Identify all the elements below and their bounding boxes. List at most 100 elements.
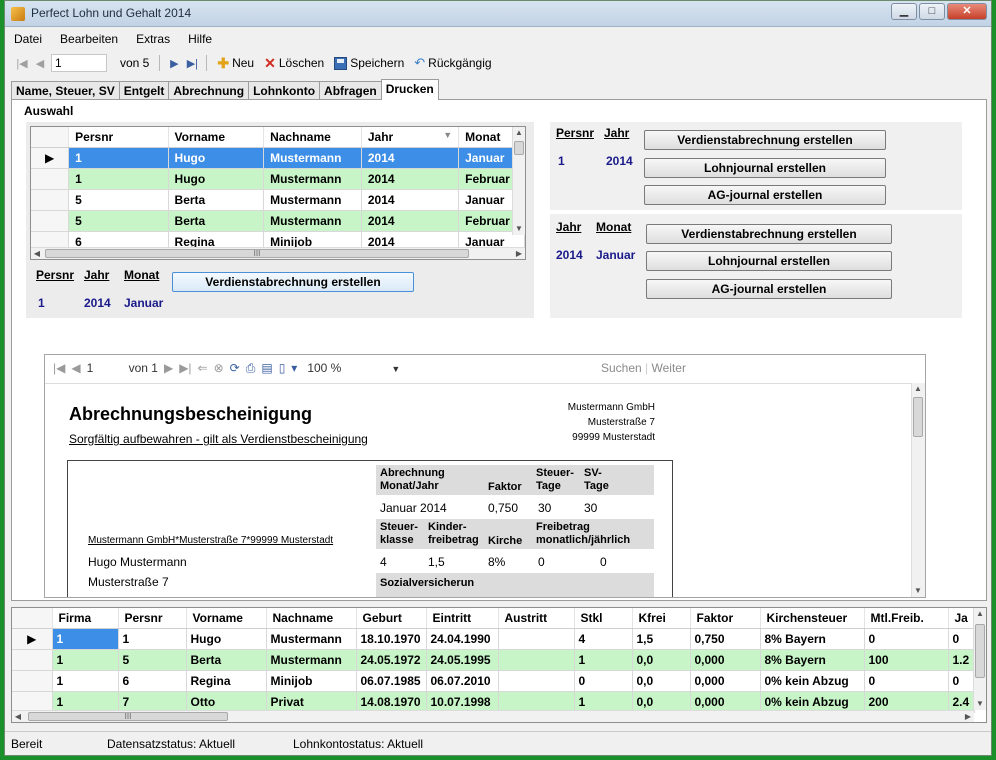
cell-ja[interactable]: 0 xyxy=(948,670,975,692)
cell-kirchensteuer[interactable]: 8% Bayern xyxy=(760,628,865,650)
cell-kfrei[interactable]: 1,5 xyxy=(632,628,691,650)
previous-record-icon[interactable]: ◀ xyxy=(33,57,47,70)
cell-jahr[interactable]: 2014 xyxy=(361,168,460,190)
cell-firma[interactable]: 1 xyxy=(52,670,119,692)
cell-nachname[interactable]: Mustermann xyxy=(263,168,362,190)
new-button[interactable]: ✚ Neu xyxy=(214,55,257,72)
scroll-up-icon[interactable]: ▲ xyxy=(974,608,986,620)
cell-austritt[interactable] xyxy=(498,649,575,671)
report-export-icon[interactable]: ▾ xyxy=(291,361,297,375)
cell-vorname[interactable]: Hugo xyxy=(186,628,267,650)
scroll-down-icon[interactable]: ▼ xyxy=(912,585,924,597)
cell-mtl-freib[interactable]: 200 xyxy=(864,691,949,713)
col-header-mtl-freib[interactable]: Mtl.Freib. xyxy=(864,608,949,629)
cell-persnr[interactable]: 5 xyxy=(68,189,169,211)
report-last-page-icon[interactable]: ▶| xyxy=(179,361,191,375)
tab-drucken[interactable]: Drucken xyxy=(380,79,439,100)
auswahl-vertical-scrollbar[interactable]: ▲ ▼ xyxy=(512,127,525,235)
cell-eintritt[interactable]: 06.07.2010 xyxy=(426,670,499,692)
cell-vorname[interactable]: Berta xyxy=(186,649,267,671)
col-header-austritt[interactable]: Austritt xyxy=(498,608,575,629)
cell-mtl-freib[interactable]: 100 xyxy=(864,649,949,671)
cell-kfrei[interactable]: 0,0 xyxy=(632,691,691,713)
report-pagesetup-icon[interactable]: ▯ xyxy=(279,361,286,375)
report-search[interactable]: Suchen | Weiter xyxy=(601,361,686,375)
tab-abfragen[interactable]: Abfragen xyxy=(319,81,382,100)
cell-mtl-freib[interactable]: 0 xyxy=(864,670,949,692)
tab-name-steuer-sv[interactable]: Name, Steuer, SV xyxy=(11,81,120,100)
scroll-thumb[interactable] xyxy=(975,624,985,678)
close-button[interactable]: ✕ xyxy=(947,3,987,20)
col-header-persnr[interactable]: Persnr xyxy=(68,127,169,148)
cell-nachname[interactable]: Mustermann xyxy=(263,147,362,169)
menu-datei[interactable]: Datei xyxy=(5,29,51,49)
scroll-thumb[interactable]: III xyxy=(45,249,469,258)
col-header-faktor[interactable]: Faktor xyxy=(690,608,761,629)
tab-abrechnung[interactable]: Abrechnung xyxy=(168,81,250,100)
cell-kfrei[interactable]: 0,0 xyxy=(632,649,691,671)
cell-eintritt[interactable]: 10.07.1998 xyxy=(426,691,499,713)
cell-kirchensteuer[interactable]: 0% kein Abzug xyxy=(760,691,865,713)
cell-stkl[interactable]: 1 xyxy=(574,691,633,713)
report-next-link[interactable]: Weiter xyxy=(652,361,686,375)
cell-faktor[interactable]: 0,000 xyxy=(690,691,761,713)
scroll-left-icon[interactable]: ◀ xyxy=(31,248,43,259)
cell-persnr[interactable]: 1 xyxy=(68,147,169,169)
cell-vorname[interactable]: Regina xyxy=(186,670,267,692)
cell-vorname[interactable]: Berta xyxy=(168,189,265,211)
cell-ja[interactable]: 1.2 xyxy=(948,649,975,671)
col-header-kirchensteuer[interactable]: Kirchensteuer xyxy=(760,608,865,629)
menu-extras[interactable]: Extras xyxy=(127,29,179,49)
cell-austritt[interactable] xyxy=(498,628,575,650)
next-record-icon[interactable]: ▶ xyxy=(167,57,181,70)
cell-nachname[interactable]: Minijob xyxy=(266,670,357,692)
report-print-icon[interactable]: ⎙ xyxy=(246,361,256,376)
col-header-vorname[interactable]: Vorname xyxy=(168,127,265,148)
cell-persnr[interactable]: 1 xyxy=(118,628,187,650)
cell-eintritt[interactable]: 24.04.1990 xyxy=(426,628,499,650)
cell-geburt[interactable]: 18.10.1970 xyxy=(356,628,427,650)
report-prev-page-icon[interactable]: ◀ xyxy=(71,361,80,375)
r1-verdienstabrechnung-button[interactable]: Verdienstabrechnung erstellen xyxy=(644,130,886,150)
first-record-icon[interactable]: |◀ xyxy=(15,57,29,70)
table-row[interactable]: ▶ 1 1 Hugo Mustermann 18.10.1970 24.04.1… xyxy=(12,628,975,650)
cell-stkl[interactable]: 1 xyxy=(574,649,633,671)
auswahl-grid[interactable]: Persnr Vorname Nachname Jahr ▼ Monat ▶ 1 … xyxy=(30,126,526,260)
report-next-page-icon[interactable]: ▶ xyxy=(164,361,173,375)
cell-firma[interactable]: 1 xyxy=(52,691,119,713)
cell-firma[interactable]: 1 xyxy=(52,628,119,650)
col-header-nachname[interactable]: Nachname xyxy=(263,127,362,148)
table-row[interactable]: ▶ 1 Hugo Mustermann 2014 Januar xyxy=(31,147,525,169)
col-header-stkl[interactable]: Stkl xyxy=(574,608,633,629)
cell-jahr[interactable]: 2014 xyxy=(361,189,460,211)
cell-austritt[interactable] xyxy=(498,691,575,713)
cell-persnr[interactable]: 1 xyxy=(68,168,169,190)
cell-ja[interactable]: 0 xyxy=(948,628,975,650)
report-layout-icon[interactable]: ▤ xyxy=(261,361,272,375)
cell-ja[interactable]: 2.4 xyxy=(948,691,975,713)
col-header-geburt[interactable]: Geburt xyxy=(356,608,427,629)
col-header-eintritt[interactable]: Eintritt xyxy=(426,608,499,629)
cell-nachname[interactable]: Mustermann xyxy=(263,210,362,232)
col-header-ja[interactable]: Ja xyxy=(948,608,975,629)
scroll-thumb[interactable]: III xyxy=(28,712,228,721)
table-row[interactable]: 1 5 Berta Mustermann 24.05.1972 24.05.19… xyxy=(12,649,975,671)
cell-kirchensteuer[interactable]: 8% Bayern xyxy=(760,649,865,671)
cell-faktor[interactable]: 0,000 xyxy=(690,670,761,692)
cell-stkl[interactable]: 0 xyxy=(574,670,633,692)
cell-nachname[interactable]: Mustermann xyxy=(263,189,362,211)
scroll-left-icon[interactable]: ◀ xyxy=(12,711,24,722)
report-first-page-icon[interactable]: |◀ xyxy=(53,361,65,375)
tab-lohnkonto[interactable]: Lohnkonto xyxy=(248,81,321,100)
last-record-icon[interactable]: ▶| xyxy=(185,57,199,70)
cell-persnr[interactable]: 6 xyxy=(118,670,187,692)
cell-persnr[interactable]: 5 xyxy=(68,210,169,232)
col-header-nachname[interactable]: Nachname xyxy=(266,608,357,629)
scroll-right-icon[interactable]: ▶ xyxy=(962,711,974,722)
table-row[interactable]: 1 6 Regina Minijob 06.07.1985 06.07.2010… xyxy=(12,670,975,692)
r1-lohnjournal-button[interactable]: Lohnjournal erstellen xyxy=(644,158,886,178)
record-position-input[interactable] xyxy=(51,54,107,72)
cell-geburt[interactable]: 24.05.1972 xyxy=(356,649,427,671)
cell-eintritt[interactable]: 24.05.1995 xyxy=(426,649,499,671)
r2-verdienstabrechnung-button[interactable]: Verdienstabrechnung erstellen xyxy=(646,224,892,244)
